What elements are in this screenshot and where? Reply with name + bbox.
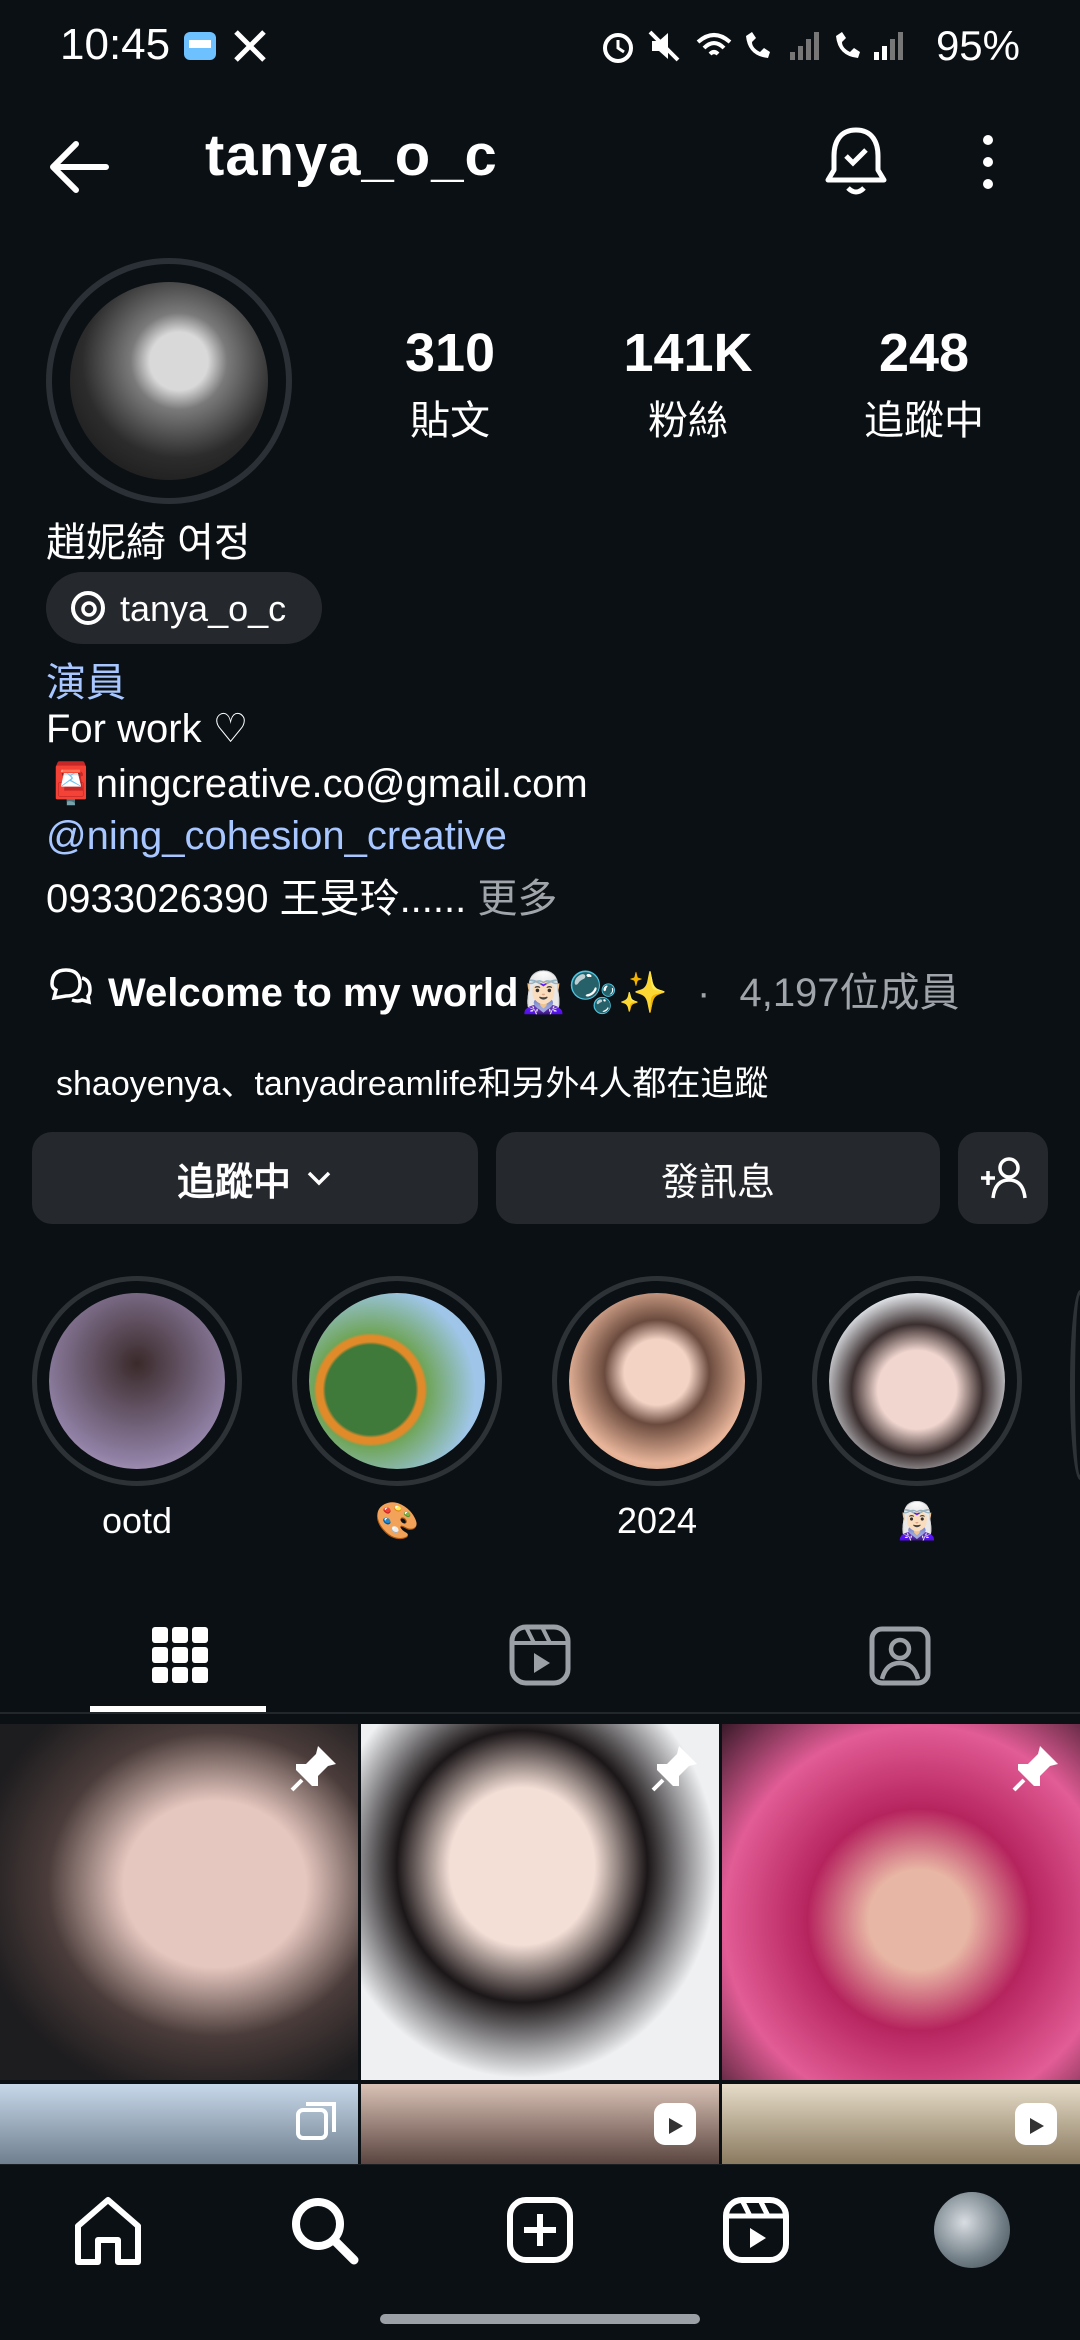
post-thumbnail[interactable] xyxy=(722,2084,1080,2164)
status-time: 10:45 xyxy=(60,20,171,69)
following-button[interactable]: 追蹤中 xyxy=(32,1132,478,1224)
highlight-elf[interactable]: 🧝🏻‍♀️ xyxy=(812,1276,1022,1542)
highlight-label: ootd xyxy=(101,1500,173,1541)
reel-badge-icon xyxy=(654,2103,696,2145)
suggest-users-button[interactable] xyxy=(958,1132,1048,1224)
display-name: 趙妮綺 여정 xyxy=(46,521,251,565)
profile-header: tanya_o_c xyxy=(0,110,1080,230)
tagged-person-icon xyxy=(869,1626,931,1686)
following-label: 追蹤中 xyxy=(864,399,984,443)
create-post-icon[interactable] xyxy=(500,2190,580,2270)
profile-category: 演員 xyxy=(46,661,126,705)
x-app-icon xyxy=(234,30,266,62)
highlight-2024[interactable]: 2024 xyxy=(552,1276,762,1542)
bio-phone: 0933026390 王旻玲...... xyxy=(46,877,467,921)
wifi-calling-icon xyxy=(746,32,770,58)
signal-icon xyxy=(790,32,819,60)
threads-icon xyxy=(71,591,105,625)
alarm-icon xyxy=(603,33,633,63)
tab-tagged[interactable] xyxy=(720,1610,1080,1700)
highlight-label: 🧝🏻‍♀️ xyxy=(894,1500,940,1541)
chevron-down-icon xyxy=(307,1171,331,1186)
profile-avatar[interactable] xyxy=(46,258,292,504)
reels-nav-icon[interactable] xyxy=(716,2190,796,2270)
threads-badge[interactable]: tanya_o_c xyxy=(46,572,322,644)
wifi-calling-2-icon xyxy=(836,32,860,58)
highlight-label: 2024 xyxy=(616,1500,698,1541)
wifi-icon xyxy=(696,33,732,56)
followers-value: 141K xyxy=(623,323,753,383)
bio-more-link[interactable]: 更多 xyxy=(477,877,557,921)
back-arrow-icon[interactable] xyxy=(44,132,114,202)
posts-label: 貼文 xyxy=(410,399,490,443)
status-bar: 10:45 95% xyxy=(0,0,1080,96)
highlight-cover xyxy=(49,1293,225,1469)
message-button-label: 發訊息 xyxy=(660,1161,775,1204)
posts-value: 310 xyxy=(404,323,496,383)
bio-mention-link[interactable]: @ning_cohesion_creative xyxy=(46,814,507,859)
notification-bell-icon[interactable] xyxy=(822,124,890,200)
channel-separator: · xyxy=(697,971,711,1015)
post-thumbnail[interactable] xyxy=(0,1724,358,2080)
reel-badge-icon xyxy=(1015,2103,1057,2145)
bio-line-4: 0933026390 王旻玲...... 更多 xyxy=(46,866,557,924)
followed-by-text[interactable]: shaoyenya、tanyadreamlife和另外4人都在追蹤 xyxy=(56,1056,768,1105)
pinned-icon xyxy=(290,1746,336,1792)
tab-posts-grid[interactable] xyxy=(0,1610,360,1700)
following-button-label: 追蹤中 xyxy=(176,1161,291,1204)
highlight-cover xyxy=(569,1293,745,1469)
gesture-bar xyxy=(380,2314,700,2324)
tab-divider xyxy=(0,1712,1080,1714)
post-thumbnail[interactable] xyxy=(722,1724,1080,2080)
more-options-icon[interactable] xyxy=(968,130,1008,194)
avatar-photo xyxy=(70,282,268,480)
following-value: 248 xyxy=(878,323,970,383)
channel-link[interactable]: Welcome to my world🧝🏻‍♀️🫧✨ · 4,197位成員 xyxy=(108,960,960,1018)
bio-email[interactable]: 📮ningcreative.co@gmail.com xyxy=(46,760,588,807)
pinned-icon xyxy=(1012,1746,1058,1792)
followers-count[interactable]: 141K 粉絲 xyxy=(588,322,788,446)
highlight-cover xyxy=(829,1293,1005,1469)
channel-members: 4,197位成員 xyxy=(739,971,960,1015)
posts-count[interactable]: 310 貼文 xyxy=(350,322,550,446)
profile-username: tanya_o_c xyxy=(205,123,498,188)
post-thumbnail[interactable] xyxy=(0,2084,358,2164)
mute-icon xyxy=(648,30,680,62)
bio-line-1: For work ♡ xyxy=(46,707,249,751)
reels-icon xyxy=(509,1624,571,1686)
following-count[interactable]: 248 追蹤中 xyxy=(824,322,1024,446)
message-button[interactable]: 發訊息 xyxy=(496,1132,940,1224)
battery-level: 95% xyxy=(935,22,1020,69)
highlight-label: 🎨 xyxy=(374,1500,420,1541)
broadcast-channel-icon xyxy=(50,968,92,1005)
highlight-ootd[interactable]: ootd xyxy=(32,1276,242,1542)
followers-label: 粉絲 xyxy=(648,399,728,443)
home-icon[interactable] xyxy=(68,2190,148,2270)
pinned-icon xyxy=(651,1746,697,1792)
channel-name: Welcome to my world🧝🏻‍♀️🫧✨ xyxy=(108,971,668,1015)
tab-reels[interactable] xyxy=(360,1610,720,1700)
post-thumbnail[interactable] xyxy=(361,1724,719,2080)
add-person-icon xyxy=(981,1157,1027,1199)
grid-icon xyxy=(152,1627,208,1683)
app-notification-icon xyxy=(184,32,216,60)
highlight-cover xyxy=(309,1293,485,1469)
carousel-icon xyxy=(296,2102,336,2140)
search-icon[interactable] xyxy=(284,2190,364,2270)
highlight-palette[interactable]: 🎨 xyxy=(292,1276,502,1542)
threads-handle: tanya_o_c xyxy=(120,588,287,629)
post-thumbnail[interactable] xyxy=(361,2084,719,2164)
profile-nav-avatar[interactable] xyxy=(934,2192,1010,2268)
highlight-partial[interactable] xyxy=(1070,1290,1080,1480)
signal-2-icon xyxy=(874,32,903,60)
